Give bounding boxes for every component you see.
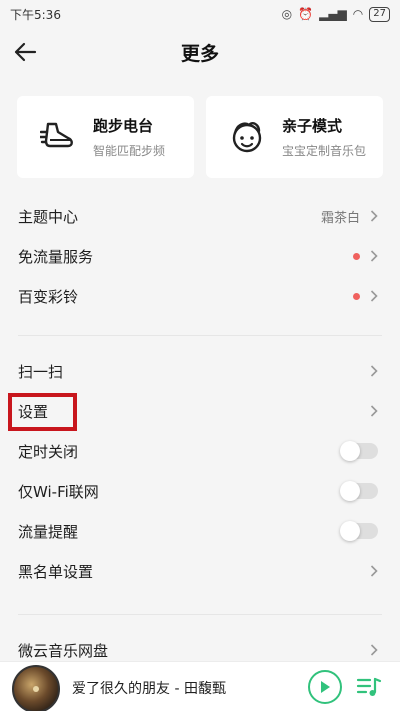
menu-label: 微云音乐网盘 xyxy=(18,641,109,660)
menu-label: 扫一扫 xyxy=(18,362,64,381)
card-title: 跑步电台 xyxy=(93,117,154,135)
blacklist-item[interactable]: 黑名单设置 xyxy=(0,551,400,591)
page-title: 更多 xyxy=(180,42,219,65)
chevron-right-icon xyxy=(370,365,378,377)
mini-player[interactable]: 爱了很久的朋友 - 田馥甄 xyxy=(0,661,400,711)
menu-label: 仅Wi-Fi联网 xyxy=(18,482,99,501)
settings-highlight-box xyxy=(8,393,77,431)
child-face-icon xyxy=(228,118,266,156)
chevron-right-icon xyxy=(370,210,378,222)
status-bar: 下午5:36 ◎ ⏰ ▂▄▆ ◠ 27 xyxy=(0,0,400,28)
toggle-knob xyxy=(340,441,360,461)
card-subtitle: 智能匹配步频 xyxy=(93,144,166,158)
menu-label: 主题中心 xyxy=(18,207,79,226)
now-playing-title: 爱了很久的朋友 - 田馥甄 xyxy=(72,681,226,697)
menu-label: 免流量服务 xyxy=(18,247,94,266)
toggle-knob xyxy=(340,521,360,541)
wifi-icon: ◠ xyxy=(352,7,364,21)
play-icon xyxy=(321,681,330,693)
kids-mode-card[interactable]: 亲子模式 宝宝定制音乐包 xyxy=(206,96,383,178)
divider xyxy=(18,335,382,336)
data-alert-item: 流量提醒 xyxy=(0,511,400,551)
divider xyxy=(18,614,382,615)
menu-label: 黑名单设置 xyxy=(18,562,94,581)
theme-value: 霜茶白 xyxy=(320,210,360,226)
wifi-only-item: 仅Wi-Fi联网 xyxy=(0,471,400,511)
chevron-right-icon xyxy=(370,250,378,262)
running-shoe-icon xyxy=(39,118,77,156)
playlist-icon xyxy=(356,677,382,696)
sleep-timer-item: 定时关闭 xyxy=(0,431,400,471)
status-time: 下午5:36 xyxy=(10,7,61,22)
chevron-right-icon xyxy=(370,290,378,302)
battery-indicator: 27 xyxy=(369,6,390,22)
menu-group-settings: 扫一扫 设置 定时关闭 仅Wi-Fi联网 流量提醒 黑名单设置 xyxy=(0,351,400,591)
menu-label: 定时关闭 xyxy=(18,442,79,461)
menu-label: 百变彩铃 xyxy=(18,287,79,306)
back-button[interactable] xyxy=(8,36,42,68)
wifi-only-toggle[interactable] xyxy=(340,481,378,501)
theme-center-item[interactable]: 主题中心 霜茶白 xyxy=(0,196,400,236)
hotspot-icon: ◎ xyxy=(281,7,293,21)
chevron-right-icon xyxy=(370,565,378,577)
notification-dot xyxy=(353,252,360,260)
scan-item[interactable]: 扫一扫 xyxy=(0,351,400,391)
menu-group-services: 主题中心 霜茶白 免流量服务 百变彩铃 xyxy=(0,196,400,316)
ringtone-item[interactable]: 百变彩铃 xyxy=(0,276,400,316)
card-title: 亲子模式 xyxy=(282,117,343,135)
data-alert-toggle[interactable] xyxy=(340,521,378,541)
running-radio-card[interactable]: 跑步电台 智能匹配步频 xyxy=(17,96,194,178)
arrow-left-icon xyxy=(14,42,37,62)
playlist-button[interactable] xyxy=(354,672,384,702)
sleep-timer-toggle[interactable] xyxy=(340,441,378,461)
card-subtitle: 宝宝定制音乐包 xyxy=(282,144,367,158)
status-icons: ◎ ⏰ ▂▄▆ ◠ 27 xyxy=(281,6,390,22)
notification-dot xyxy=(353,292,360,300)
chevron-right-icon xyxy=(370,644,378,656)
feature-cards: 跑步电台 智能匹配步频 亲子模式 宝宝定制音乐包 xyxy=(17,96,383,178)
album-art[interactable] xyxy=(12,665,60,711)
play-button[interactable] xyxy=(308,670,342,704)
free-data-item[interactable]: 免流量服务 xyxy=(0,236,400,276)
menu-label: 流量提醒 xyxy=(18,522,79,541)
chevron-right-icon xyxy=(370,405,378,417)
header: 更多 xyxy=(0,28,400,76)
toggle-knob xyxy=(340,481,360,501)
alarm-icon: ⏰ xyxy=(298,7,314,21)
signal-icon: ▂▄▆ xyxy=(319,7,347,21)
album-center xyxy=(33,686,39,692)
